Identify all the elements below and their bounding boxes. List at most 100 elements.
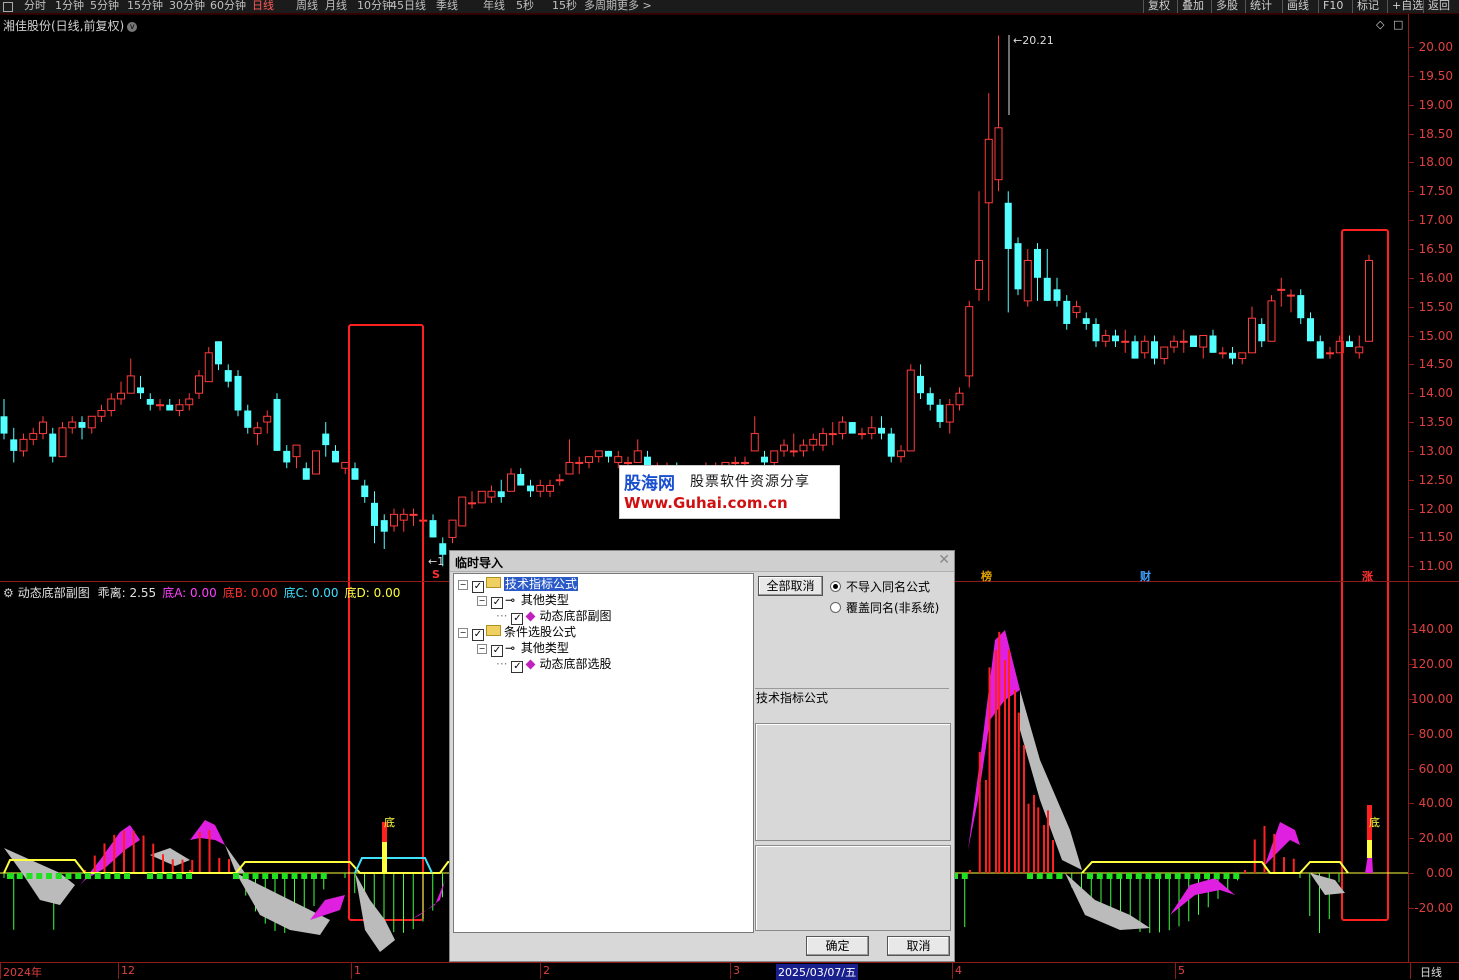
indicator-item-label: 底A: <box>162 586 191 600</box>
expand-icon[interactable]: − <box>477 596 487 606</box>
date-label: 4 <box>955 964 962 977</box>
candle-body <box>439 543 447 555</box>
zero-marker <box>65 873 72 879</box>
zero-marker <box>1145 873 1152 879</box>
candle-body <box>224 370 232 382</box>
candle-body <box>1053 289 1061 301</box>
indicator-item-1: 底A: 0.00 <box>162 586 217 600</box>
candle-body <box>565 461 574 475</box>
cursor-date: 2025/03/07/五 <box>776 964 859 980</box>
candle-body <box>780 444 788 452</box>
checkbox-icon[interactable]: ✓ <box>511 661 524 673</box>
tick-mark <box>1409 664 1414 666</box>
price-tick: 18.00 <box>1418 155 1453 170</box>
close-icon[interactable]: ✕ <box>938 552 950 568</box>
option-overwrite-same-name[interactable]: 覆盖同名(非系统) <box>830 599 939 616</box>
indicator-item-label: 底B: <box>222 586 251 600</box>
rise-mark[interactable]: 涨 <box>1362 568 1373 584</box>
candle-body <box>78 422 86 428</box>
tick-mark <box>1409 393 1414 395</box>
candle-body <box>97 410 106 417</box>
indicator-tick: 80.00 <box>1418 726 1453 741</box>
candle-body <box>1238 352 1247 360</box>
candle-body <box>263 415 272 423</box>
candle-body <box>585 456 593 463</box>
checkbox-icon[interactable]: ✓ <box>491 597 503 609</box>
tree-node[interactable]: ··· ✓ 动态底部选股 <box>496 657 611 673</box>
rank-mark[interactable]: 榜 <box>981 568 992 584</box>
candle-body <box>253 427 262 435</box>
indicator-item-value: 0.00 <box>311 586 339 600</box>
candle-body <box>575 461 584 464</box>
watermark-brand: 股海网 <box>624 474 675 494</box>
candle-body <box>1267 300 1276 342</box>
checkbox-icon[interactable]: ✓ <box>472 629 484 641</box>
bottom-signal-2: 底 <box>1369 816 1380 829</box>
tick-mark <box>1409 104 1414 106</box>
tick-mark <box>1409 838 1414 840</box>
tree-node[interactable]: − ✓ ⊸ 其他类型 <box>477 593 569 609</box>
expand-icon[interactable]: − <box>458 628 468 638</box>
cancel-button[interactable]: 取消 <box>887 936 950 956</box>
expand-icon[interactable]: − <box>477 644 487 654</box>
folder-icon <box>486 625 501 636</box>
settings-icon[interactable]: ⚙ <box>3 586 14 600</box>
tick-mark <box>1409 422 1414 424</box>
expand-icon[interactable]: − <box>458 580 468 590</box>
candle-body <box>1190 335 1197 348</box>
candle-body <box>1082 318 1090 324</box>
ok-button[interactable]: 确定 <box>806 936 869 956</box>
candle-body <box>536 485 545 492</box>
indicator-item-value: 0.00 <box>190 586 217 600</box>
candle-body <box>555 479 564 482</box>
period-label[interactable]: 日线 <box>1420 964 1442 980</box>
tree-node[interactable]: ··· ✓ 动态底部副图 <box>496 609 612 625</box>
tick-mark <box>1409 191 1414 193</box>
candle-body <box>1121 340 1130 343</box>
magenta-area <box>1170 878 1235 915</box>
dialog-titlebar[interactable]: 临时导入 ✕ <box>450 551 954 572</box>
finance-mark[interactable]: 财 <box>1140 568 1151 584</box>
candle-body <box>322 433 330 446</box>
candle-body <box>936 404 944 423</box>
zero-marker <box>281 873 288 879</box>
option-skip-same-name[interactable]: 不导入同名公式 <box>830 578 930 595</box>
indicator-tick: 20.00 <box>1418 831 1453 846</box>
candle-body <box>741 461 749 464</box>
tick-mark <box>1409 306 1414 308</box>
cancel-all-button[interactable]: 全部取消 <box>758 576 823 596</box>
checkbox-icon[interactable]: ✓ <box>511 613 524 625</box>
zero-marker <box>114 873 121 879</box>
checkbox-icon[interactable]: ✓ <box>491 645 503 657</box>
tree-node-label: 动态底部副图 <box>539 609 612 623</box>
cyan-line <box>354 857 433 874</box>
zero-marker <box>1213 873 1220 879</box>
candle-body <box>497 491 505 498</box>
candle-body <box>487 490 496 498</box>
candle-body <box>68 421 77 429</box>
price-tick: 18.50 <box>1418 126 1453 141</box>
price-tick: 12.50 <box>1418 472 1453 487</box>
watermark-logo: 股海网 股票软件资源分享 Www.Guhai.com.cn <box>619 465 840 519</box>
radio-icon[interactable] <box>830 602 841 613</box>
yellow-line <box>1081 861 1349 874</box>
radio-icon[interactable] <box>830 581 841 592</box>
candle-body <box>185 398 194 406</box>
zero-marker <box>104 873 111 879</box>
candle-body <box>244 410 252 428</box>
formula-tree: − ✓ 技术指标公式 − ✓ ⊸ 其他类型 ··· ✓ 动态底部副图 − ✓ 条件选股公式 − ✓ ⊸ 其他… <box>453 573 754 933</box>
tree-node[interactable]: − ✓ 条件选股公式 <box>458 625 576 641</box>
zero-marker <box>1204 873 1210 879</box>
price-tick: 13.50 <box>1418 415 1453 430</box>
zero-marker <box>262 873 269 879</box>
checkbox-icon[interactable]: ✓ <box>472 581 484 593</box>
candle-body <box>107 398 116 412</box>
tree-node[interactable]: − ✓ ⊸ 其他类型 <box>477 641 569 657</box>
price-tick: 15.00 <box>1418 328 1453 343</box>
tree-node[interactable]: − ✓ 技术指标公式 <box>458 577 579 593</box>
sell-mark[interactable]: S <box>432 568 440 581</box>
candle-body <box>1179 340 1188 343</box>
candle-body <box>371 502 378 526</box>
candle-body <box>1131 341 1139 359</box>
candle-body <box>1023 259 1032 302</box>
